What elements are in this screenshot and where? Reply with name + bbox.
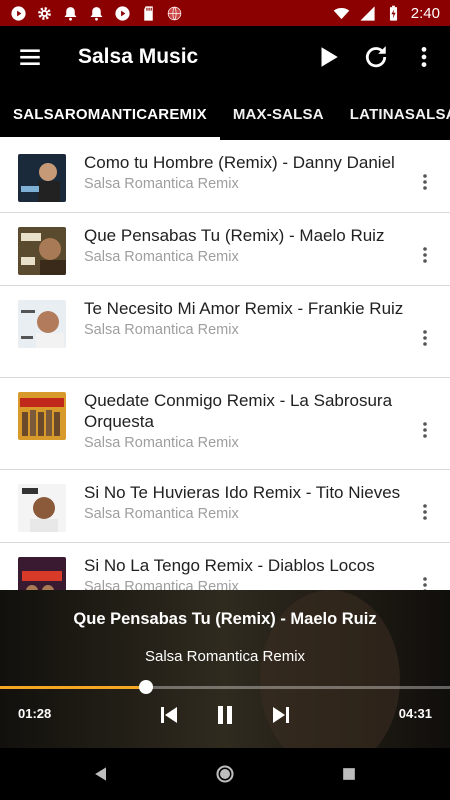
song-subtitle: Salsa Romantica Remix: [84, 249, 239, 265]
status-bar: 2:40: [0, 0, 450, 26]
more-vert-icon[interactable]: [408, 576, 442, 590]
globe-icon: [166, 5, 183, 22]
album-art: [18, 392, 66, 440]
more-vert-icon[interactable]: [408, 329, 442, 347]
list-item[interactable]: Te Necesito Mi Amor Remix - Frankie Ruiz…: [0, 286, 450, 378]
tab-salsaromanticaremix[interactable]: SALSAROMANTICAREMIX: [0, 88, 220, 140]
tab-latinasalsa[interactable]: LATINASALSA: [337, 88, 450, 140]
back-icon[interactable]: [89, 762, 113, 786]
seek-bar[interactable]: [0, 680, 450, 694]
play-circle-icon: [114, 5, 131, 22]
home-icon[interactable]: [213, 762, 237, 786]
song-subtitle: Salsa Romantica Remix: [84, 322, 239, 338]
sd-card-icon: [140, 5, 157, 22]
app-title: Salsa Music: [78, 45, 199, 68]
tab-max-salsa[interactable]: MAX-SALSA: [220, 88, 337, 140]
clock: 2:40: [410, 4, 440, 22]
song-title: Si No La Tengo Remix - Diablos Locos: [84, 556, 375, 575]
player-title: Que Pensabas Tu (Remix) - Maelo Ruiz: [73, 610, 377, 628]
song-list: Como tu Hombre (Remix) - Danny Daniel Sa…: [0, 140, 450, 590]
song-subtitle: Salsa Romantica Remix: [84, 176, 239, 192]
album-art: [18, 300, 66, 348]
gear-icon: [36, 5, 53, 22]
recents-icon[interactable]: [337, 762, 361, 786]
category-tabs: SALSAROMANTICAREMIX MAX-SALSA LATINASALS…: [0, 88, 450, 140]
player-subtitle: Salsa Romantica Remix: [144, 648, 306, 665]
pause-icon[interactable]: [212, 702, 238, 728]
bell-icon: [62, 5, 79, 22]
more-vert-icon[interactable]: [408, 421, 442, 439]
song-title: Si No Te Huvieras Ido Remix - Tito Nieve…: [84, 483, 401, 502]
signal-icon: [359, 5, 376, 22]
more-vert-icon[interactable]: [408, 503, 442, 521]
list-item[interactable]: Si No Te Huvieras Ido Remix - Tito Nieve…: [0, 470, 450, 543]
battery-icon: [385, 5, 402, 22]
more-vert-icon[interactable]: [408, 173, 442, 191]
system-indicators: 2:40: [333, 5, 440, 22]
more-vert-icon[interactable]: [400, 33, 448, 81]
album-art: [18, 484, 66, 532]
now-playing-panel: Que Pensabas Tu (Remix) - Maelo Ruiz Sal…: [0, 590, 450, 748]
notification-icons: [10, 5, 183, 22]
more-vert-icon[interactable]: [408, 246, 442, 264]
song-title: Como tu Hombre (Remix) - Danny Daniel: [84, 153, 395, 172]
list-item[interactable]: Quedate Conmigo Remix - La Sabrosura Orq…: [0, 378, 450, 470]
list-item[interactable]: Que Pensabas Tu (Remix) - Maelo Ruiz Sal…: [0, 213, 450, 286]
song-subtitle: Salsa Romantica Remix: [84, 579, 239, 590]
song-subtitle: Salsa Romantica Remix: [84, 506, 239, 522]
song-title: Quedate Conmigo Remix - La Sabrosura Orq…: [84, 391, 393, 431]
list-item[interactable]: Si No La Tengo Remix - Diablos Locos Sal…: [0, 543, 450, 590]
menu-icon[interactable]: [6, 33, 54, 81]
song-title: Que Pensabas Tu (Remix) - Maelo Ruiz: [84, 226, 385, 245]
play-icon[interactable]: [304, 33, 352, 81]
album-art: [18, 154, 66, 202]
album-art: [18, 557, 66, 590]
system-nav-bar: [0, 748, 450, 800]
seek-progress: [0, 686, 147, 689]
list-item[interactable]: Como tu Hombre (Remix) - Danny Daniel Sa…: [0, 140, 450, 213]
skip-previous-icon[interactable]: [156, 702, 182, 728]
bell-icon: [88, 5, 105, 22]
skip-next-icon[interactable]: [268, 702, 294, 728]
playback-controls: [0, 702, 450, 728]
album-art: [18, 227, 66, 275]
wifi-icon: [333, 5, 350, 22]
song-subtitle: Salsa Romantica Remix: [84, 435, 239, 451]
play-circle-icon: [10, 5, 27, 22]
refresh-icon[interactable]: [352, 33, 400, 81]
app-toolbar: Salsa Music: [0, 26, 450, 88]
song-title: Te Necesito Mi Amor Remix - Frankie Ruiz: [84, 299, 404, 318]
